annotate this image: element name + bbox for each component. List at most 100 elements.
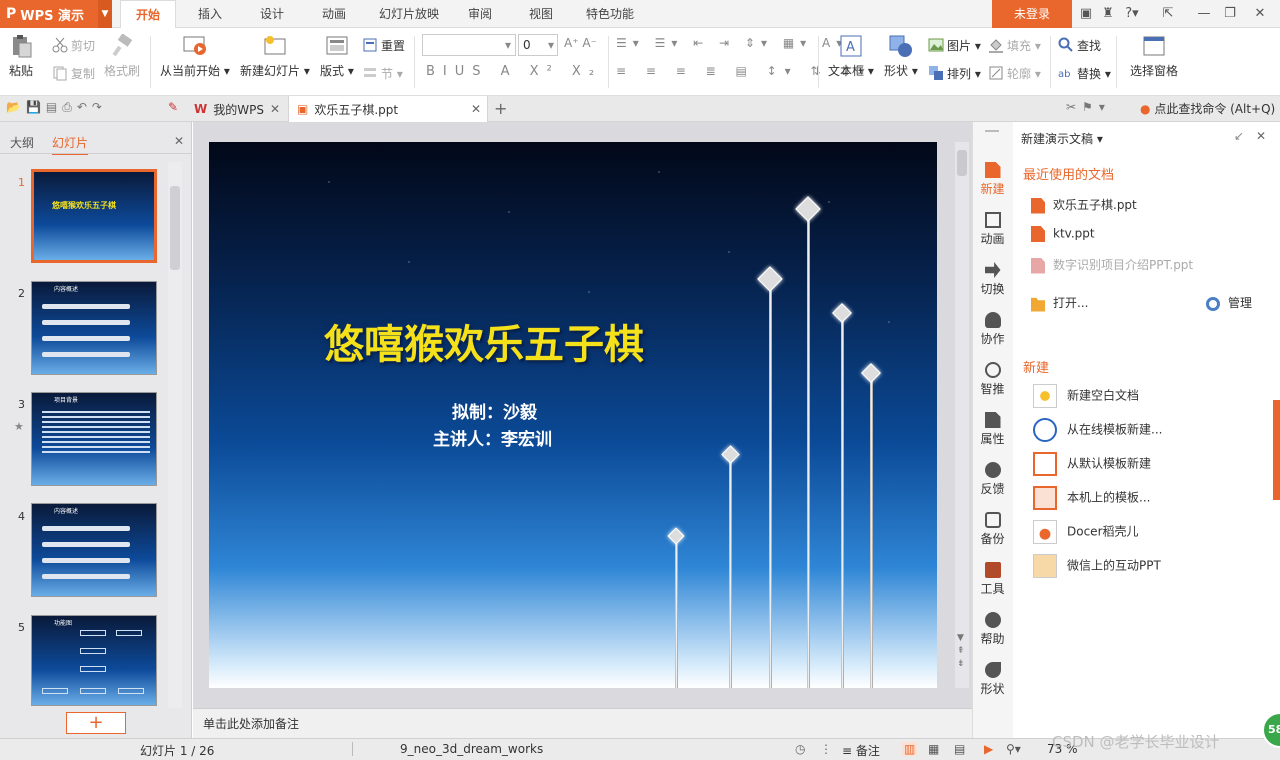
- tab-slideshow[interactable]: 幻灯片放映: [370, 0, 448, 28]
- sidenav-shapes[interactable]: 形状: [972, 662, 1013, 697]
- tab-outline[interactable]: 大纲: [10, 134, 34, 151]
- font-style-buttons[interactable]: BIUS A X² X₂: [426, 64, 602, 79]
- notes-toggle[interactable]: ≡ 备注: [842, 742, 880, 759]
- slide-title[interactable]: 悠嘻猴欢乐五子棋: [324, 312, 644, 370]
- recent-doc-item[interactable]: 欢乐五子棋.ppt: [1031, 196, 1137, 214]
- new-slide-button[interactable]: 新建幻灯片 ▾: [240, 34, 310, 79]
- pin-pane-icon[interactable]: ↙: [1234, 129, 1244, 143]
- fill-button[interactable]: 填充 ▾: [988, 34, 1041, 56]
- tab-features[interactable]: 特色功能: [578, 0, 642, 28]
- replace-button[interactable]: ab 替换 ▾: [1058, 62, 1111, 84]
- slide-thumbnail-1[interactable]: 悠嘻猴欢乐五子棋: [31, 169, 157, 263]
- section-button[interactable]: 节 ▾: [362, 62, 403, 84]
- paste-button[interactable]: 粘贴: [8, 34, 34, 79]
- restore-icon[interactable]: ❐: [1218, 0, 1242, 28]
- command-search[interactable]: ● 点此查找命令 (Alt+Q): [1140, 100, 1275, 117]
- shapes-button[interactable]: 形状 ▾: [884, 34, 918, 79]
- selection-pane-button[interactable]: 选择窗格: [1130, 34, 1178, 79]
- close-icon[interactable]: ✕: [471, 102, 481, 116]
- pane-collapse-handle[interactable]: [1273, 400, 1280, 500]
- close-icon[interactable]: ✕: [1256, 129, 1266, 143]
- sidenav-recommend[interactable]: 智推: [972, 362, 1013, 397]
- grow-font-button[interactable]: A⁺ A⁻: [564, 36, 597, 50]
- help-menu-icon[interactable]: ?▾: [1120, 0, 1144, 28]
- new-online-template[interactable]: 从在线模板新建...: [1033, 418, 1162, 442]
- reading-view-button[interactable]: ▤: [954, 742, 965, 756]
- quick-access-toolbar[interactable]: 📂💾▤⎙↶↷: [6, 100, 107, 115]
- textbox-button[interactable]: A 文本框 ▾: [828, 34, 874, 79]
- new-blank-doc[interactable]: 新建空白文档: [1033, 384, 1139, 408]
- picture-button[interactable]: 图片 ▾: [928, 34, 981, 56]
- tab-view[interactable]: 视图: [516, 0, 566, 28]
- close-icon[interactable]: ✕: [270, 102, 280, 116]
- sidenav-animation[interactable]: 动画: [972, 212, 1013, 247]
- minimize-icon[interactable]: —: [1192, 0, 1216, 28]
- skin-icon[interactable]: ▣: [1076, 0, 1096, 28]
- tab-design[interactable]: 设计: [246, 0, 298, 28]
- tab-tools-icons[interactable]: ✂⚑▾: [1066, 100, 1111, 114]
- tab-document[interactable]: ▣ 欢乐五子棋.ppt ✕: [288, 96, 488, 122]
- scrollbar-thumb[interactable]: [170, 186, 180, 270]
- app-menu-button[interactable]: P WPS 演示 ▼: [0, 0, 112, 28]
- layout-button[interactable]: 版式 ▾: [320, 34, 354, 79]
- slide-thumbnail-4[interactable]: 内容概述: [31, 503, 157, 597]
- slide-thumbnail-3[interactable]: 项目背景: [31, 392, 157, 486]
- outline-button[interactable]: 轮廓 ▾: [988, 62, 1041, 84]
- add-slide-button[interactable]: +: [66, 712, 126, 734]
- tab-review[interactable]: 审阅: [456, 0, 504, 28]
- tab-insert[interactable]: 插入: [184, 0, 236, 28]
- notes-pane[interactable]: 单击此处添加备注: [193, 708, 972, 738]
- open-file-link[interactable]: 打开...: [1031, 294, 1088, 312]
- scrollbar-thumb[interactable]: [957, 150, 967, 176]
- sidenav-new[interactable]: 新建: [972, 162, 1013, 197]
- slide-subtitle-presenter[interactable]: 主讲人：李宏训: [433, 425, 552, 450]
- sorter-view-button[interactable]: ▦: [928, 742, 939, 756]
- recent-doc-item[interactable]: ktv.ppt: [1031, 226, 1095, 242]
- slide-thumbnail-5[interactable]: 功能图: [31, 615, 157, 706]
- tab-my-wps[interactable]: W 我的WPS ✕: [186, 96, 286, 122]
- scroll-arrows[interactable]: ▼ ⇞ ⇟: [957, 632, 965, 671]
- manage-link[interactable]: 管理: [1206, 294, 1252, 311]
- slideshow-play-button[interactable]: ▶: [984, 742, 993, 756]
- sidenav-collaborate[interactable]: 协作: [972, 312, 1013, 347]
- login-button[interactable]: 未登录: [992, 0, 1072, 28]
- location-icon[interactable]: ⚲▾: [1006, 742, 1021, 756]
- slide-subtitle-author[interactable]: 拟制：沙毅: [452, 398, 537, 423]
- from-current-button[interactable]: 从当前开始 ▾: [160, 34, 230, 79]
- sidenav-help[interactable]: 帮助: [972, 612, 1013, 647]
- chevron-down-icon[interactable]: ▼: [98, 0, 112, 28]
- clock-icon[interactable]: ◷: [795, 742, 805, 756]
- new-default-template[interactable]: 从默认模板新建: [1033, 452, 1151, 476]
- new-local-template[interactable]: 本机上的模板...: [1033, 486, 1150, 510]
- close-icon[interactable]: ✕: [1246, 0, 1274, 28]
- font-size-select[interactable]: 0 ▾: [518, 34, 558, 56]
- tab-animation[interactable]: 动画: [308, 0, 360, 28]
- shirt-icon[interactable]: ♜: [1098, 0, 1118, 28]
- pin-icon[interactable]: ✎: [168, 100, 178, 114]
- sidenav-transition[interactable]: 切换: [972, 262, 1013, 297]
- find-button[interactable]: 查找: [1058, 34, 1101, 56]
- new-docer[interactable]: Docer稻壳儿: [1033, 520, 1139, 544]
- sidenav-properties[interactable]: 属性: [972, 412, 1013, 447]
- sidenav-backup[interactable]: 备份: [972, 512, 1013, 547]
- font-name-select[interactable]: ▾: [422, 34, 516, 56]
- normal-view-button[interactable]: ▥: [902, 742, 918, 756]
- taskpane-header[interactable]: 新建演示文稿 ▾: [1021, 130, 1103, 147]
- new-wechat-ppt[interactable]: 微信上的互动PPT: [1033, 554, 1161, 578]
- fullscreen-icon[interactable]: ⇱: [1156, 0, 1180, 28]
- paragraph-buttons-row1[interactable]: ☰▾ ☰▾ ⇤ ⇥ ⇕▾ ▦▾ A▾: [616, 36, 848, 50]
- format-painter-button[interactable]: 格式刷: [104, 34, 140, 79]
- cut-button[interactable]: 剪切: [52, 34, 95, 56]
- thumbs-scrollbar[interactable]: [168, 162, 182, 708]
- recent-doc-item[interactable]: 数字识别项目介绍PPT.ppt: [1031, 256, 1193, 274]
- editor-scrollbar[interactable]: ▼ ⇞ ⇟: [955, 142, 969, 688]
- sidenav-tools[interactable]: 工具: [972, 562, 1013, 597]
- new-tab-button[interactable]: +: [494, 99, 507, 118]
- grip-handle[interactable]: [985, 130, 999, 132]
- reset-button[interactable]: 重置: [362, 34, 405, 56]
- sidenav-feedback[interactable]: 反馈: [972, 462, 1013, 497]
- tab-slides[interactable]: 幻灯片: [52, 134, 89, 155]
- copy-button[interactable]: 复制: [52, 62, 95, 84]
- slide-thumbnail-2[interactable]: 内容概述: [31, 281, 157, 375]
- tab-home[interactable]: 开始: [120, 0, 176, 29]
